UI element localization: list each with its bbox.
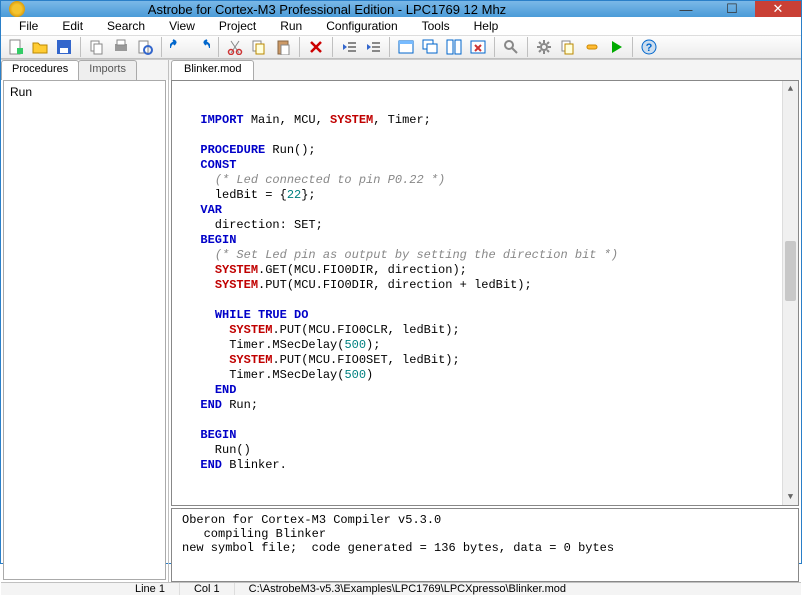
indent-icon[interactable] [362, 36, 384, 58]
code-line: (* Set Led pin as output by setting the … [186, 248, 798, 263]
open-folder-icon[interactable] [29, 36, 51, 58]
delete-icon[interactable] [305, 36, 327, 58]
scroll-up-icon[interactable]: ▲ [783, 81, 798, 97]
maximize-button[interactable]: ☐ [709, 1, 755, 17]
redo-icon[interactable] [191, 36, 213, 58]
code-line: direction: SET; [186, 218, 798, 233]
code-line: SYSTEM.GET(MCU.FIO0DIR, direction); [186, 263, 798, 278]
close-button[interactable]: ✕ [755, 1, 801, 17]
menu-bar: FileEditSearchViewProjectRunConfiguratio… [1, 17, 801, 36]
svg-text:?: ? [646, 42, 653, 54]
code-editor[interactable]: IMPORT Main, MCU, SYSTEM, Timer; PROCEDU… [171, 80, 799, 506]
status-path: C:\AstrobeM3-v5.3\Examples\LPC1769\LPCXp… [235, 583, 801, 595]
tree-item[interactable]: Run [10, 85, 159, 99]
copy-page-icon[interactable] [86, 36, 108, 58]
tab-procedures[interactable]: Procedures [1, 60, 79, 80]
minimize-button[interactable]: — [663, 1, 709, 17]
new-file-icon[interactable] [5, 36, 27, 58]
menu-tools[interactable]: Tools [412, 17, 460, 35]
run-icon[interactable] [605, 36, 627, 58]
menu-project[interactable]: Project [209, 17, 266, 35]
code-line: Timer.MSecDelay(500) [186, 368, 798, 383]
gear-icon[interactable] [533, 36, 555, 58]
menu-run[interactable]: Run [270, 17, 312, 35]
side-panel: Procedures Imports Run [1, 60, 169, 582]
code-line: (* Led connected to pin P0.22 *) [186, 173, 798, 188]
status-line: Line 1 [121, 583, 180, 595]
code-line: Run() [186, 443, 798, 458]
code-line: IMPORT Main, MCU, SYSTEM, Timer; [186, 113, 798, 128]
code-line: Timer.MSecDelay(500); [186, 338, 798, 353]
menu-configuration[interactable]: Configuration [316, 17, 407, 35]
help-icon[interactable]: ? [638, 36, 660, 58]
cascade-icon[interactable] [419, 36, 441, 58]
menu-edit[interactable]: Edit [52, 17, 93, 35]
file-tab[interactable]: Blinker.mod [171, 60, 254, 80]
code-line: VAR [186, 203, 798, 218]
build-icon[interactable] [557, 36, 579, 58]
code-line: WHILE TRUE DO [186, 308, 798, 323]
code-line [186, 293, 798, 308]
find-icon[interactable] [500, 36, 522, 58]
editor-scrollbar[interactable]: ▲ ▼ [782, 81, 798, 505]
code-line: END Blinker. [186, 458, 798, 473]
code-line: BEGIN [186, 428, 798, 443]
code-line: END Run; [186, 398, 798, 413]
code-line: BEGIN [186, 233, 798, 248]
print-icon[interactable] [110, 36, 132, 58]
code-line: SYSTEM.PUT(MCU.FIO0SET, ledBit); [186, 353, 798, 368]
status-col: Col 1 [180, 583, 235, 595]
paste-icon[interactable] [272, 36, 294, 58]
code-line: SYSTEM.PUT(MCU.FIO0DIR, direction + ledB… [186, 278, 798, 293]
toolbar: ? [1, 36, 801, 59]
code-line: END [186, 383, 798, 398]
window-icon[interactable] [395, 36, 417, 58]
procedures-tree[interactable]: Run [3, 80, 166, 580]
menu-search[interactable]: Search [97, 17, 155, 35]
title-bar: Astrobe for Cortex-M3 Professional Editi… [1, 1, 801, 17]
tab-imports[interactable]: Imports [78, 60, 137, 80]
copy-icon[interactable] [248, 36, 270, 58]
print-preview-icon[interactable] [134, 36, 156, 58]
link-icon[interactable] [581, 36, 603, 58]
side-tabs: Procedures Imports [1, 60, 168, 80]
code-line: ledBit = {22}; [186, 188, 798, 203]
output-panel[interactable]: Oberon for Cortex-M3 Compiler v5.3.0 com… [171, 508, 799, 582]
code-line [186, 128, 798, 143]
status-bar: Line 1 Col 1 C:\AstrobeM3-v5.3\Examples\… [1, 582, 801, 595]
menu-help[interactable]: Help [464, 17, 509, 35]
close-window-icon[interactable] [467, 36, 489, 58]
code-line: PROCEDURE Run(); [186, 143, 798, 158]
editor-panel: Blinker.mod IMPORT Main, MCU, SYSTEM, Ti… [169, 60, 801, 582]
code-line: SYSTEM.PUT(MCU.FIO0CLR, ledBit); [186, 323, 798, 338]
scroll-down-icon[interactable]: ▼ [783, 489, 798, 505]
code-line: CONST [186, 158, 798, 173]
save-icon[interactable] [53, 36, 75, 58]
code-line [186, 413, 798, 428]
menu-view[interactable]: View [159, 17, 205, 35]
scroll-thumb[interactable] [785, 241, 796, 301]
cut-icon[interactable] [224, 36, 246, 58]
window-title: Astrobe for Cortex-M3 Professional Editi… [0, 2, 663, 17]
menu-file[interactable]: File [9, 17, 48, 35]
main-area: Procedures Imports Run Blinker.mod IMPOR… [1, 59, 801, 582]
outdent-icon[interactable] [338, 36, 360, 58]
tile-icon[interactable] [443, 36, 465, 58]
undo-icon[interactable] [167, 36, 189, 58]
